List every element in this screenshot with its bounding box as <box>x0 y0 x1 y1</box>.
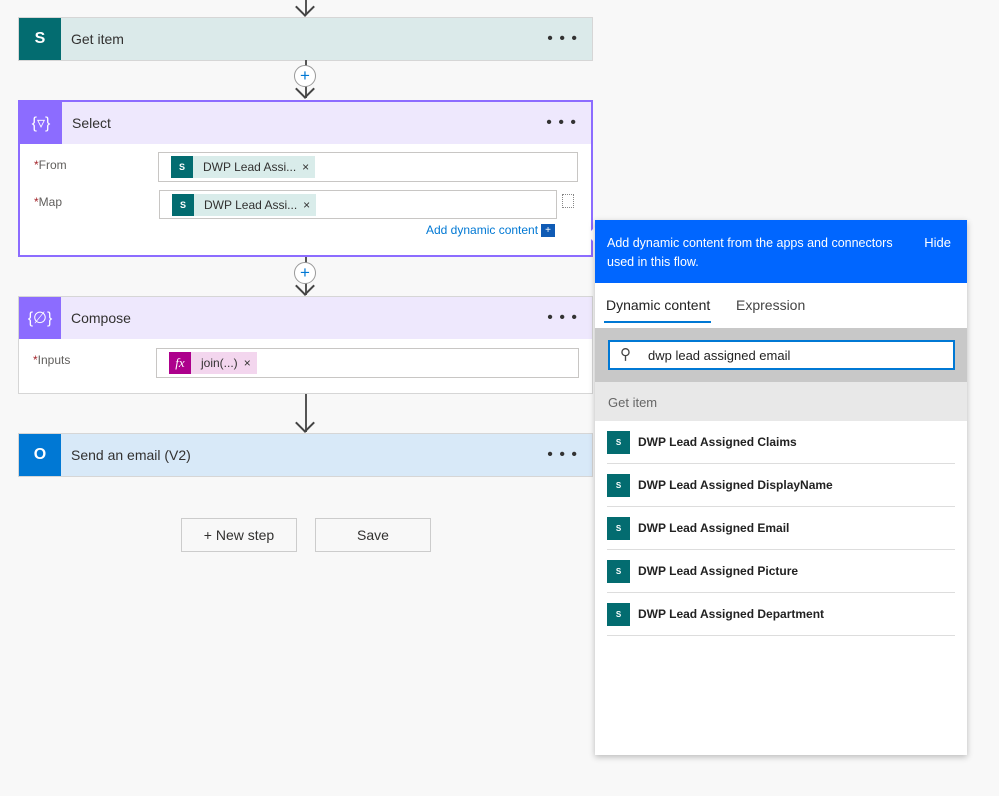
compose-card[interactable]: {∅} Compose • • • *Inputs fx join(...) × <box>18 296 593 394</box>
remove-token-button[interactable]: × <box>244 356 257 370</box>
card-title: Select <box>72 115 111 131</box>
select-card[interactable]: {▿} Select • • • *From S DWP Lead Assi...… <box>18 100 593 257</box>
select-braces-icon: {▿} <box>20 102 62 144</box>
insert-step-button[interactable]: + <box>294 65 316 87</box>
tab-expression[interactable]: Expression <box>736 297 805 313</box>
get-item-card[interactable]: S Get item • • • <box>18 17 593 61</box>
search-icon: ⚲ <box>620 346 631 363</box>
save-button[interactable]: Save <box>315 518 431 552</box>
from-input[interactable]: S DWP Lead Assi... × <box>158 152 578 182</box>
panel-header: Add dynamic content from the apps and co… <box>595 220 967 283</box>
dynamic-token: S DWP Lead Assi... × <box>172 193 317 216</box>
sharepoint-icon: S <box>172 193 194 216</box>
more-options-button[interactable]: • • • <box>547 446 578 464</box>
sharepoint-icon: S <box>19 18 61 60</box>
sharepoint-icon: S <box>607 516 630 540</box>
switch-map-mode-icon[interactable] <box>562 194 574 208</box>
dynamic-item[interactable]: S DWP Lead Assigned Picture <box>607 550 955 593</box>
add-dynamic-content-icon[interactable]: + <box>541 224 555 237</box>
add-dynamic-content-link[interactable]: Add dynamic content <box>426 223 538 237</box>
send-email-card[interactable]: O Send an email (V2) • • • <box>18 433 593 477</box>
dynamic-item[interactable]: S DWP Lead Assigned DisplayName <box>607 464 955 507</box>
card-title: Compose <box>71 310 131 326</box>
fx-icon: fx <box>169 352 191 374</box>
new-step-button[interactable]: + New step <box>181 518 297 552</box>
dynamic-token: S DWP Lead Assi... × <box>171 156 316 178</box>
sharepoint-icon: S <box>171 156 193 178</box>
dynamic-item[interactable]: S DWP Lead Assigned Claims <box>607 421 955 464</box>
more-options-button[interactable]: • • • <box>546 114 577 132</box>
sharepoint-icon: S <box>607 430 630 454</box>
outlook-icon: O <box>19 434 61 476</box>
dynamic-item[interactable]: S DWP Lead Assigned Email <box>607 507 955 550</box>
remove-token-button[interactable]: × <box>303 198 316 212</box>
arrow-icon <box>295 413 315 433</box>
dynamic-content-panel: Add dynamic content from the apps and co… <box>595 220 967 755</box>
card-title: Send an email (V2) <box>71 447 191 463</box>
sharepoint-icon: S <box>607 473 630 497</box>
remove-token-button[interactable]: × <box>302 160 315 174</box>
map-input[interactable]: S DWP Lead Assi... × <box>159 190 557 219</box>
sharepoint-icon: S <box>607 602 630 626</box>
section-header: Get item <box>595 382 967 421</box>
dynamic-item[interactable]: S DWP Lead Assigned Department <box>607 593 955 636</box>
more-options-button[interactable]: • • • <box>547 30 578 48</box>
arrow-icon <box>295 0 315 17</box>
card-title: Get item <box>71 31 124 47</box>
search-area: ⚲ dwp lead assigned email <box>595 328 967 382</box>
inputs-label: *Inputs <box>33 353 71 367</box>
active-tab-underline <box>604 321 711 323</box>
inputs-input[interactable]: fx join(...) × <box>156 348 579 378</box>
from-label: *From <box>34 158 67 172</box>
compose-braces-icon: {∅} <box>19 297 61 339</box>
insert-step-button[interactable]: + <box>294 262 316 284</box>
map-label: *Map <box>34 195 63 209</box>
sharepoint-icon: S <box>607 559 630 583</box>
hide-button[interactable]: Hide <box>924 235 951 250</box>
search-input[interactable]: ⚲ dwp lead assigned email <box>608 340 955 370</box>
tab-dynamic-content[interactable]: Dynamic content <box>606 297 710 313</box>
expression-token: fx join(...) × <box>169 352 257 374</box>
more-options-button[interactable]: • • • <box>547 309 578 327</box>
